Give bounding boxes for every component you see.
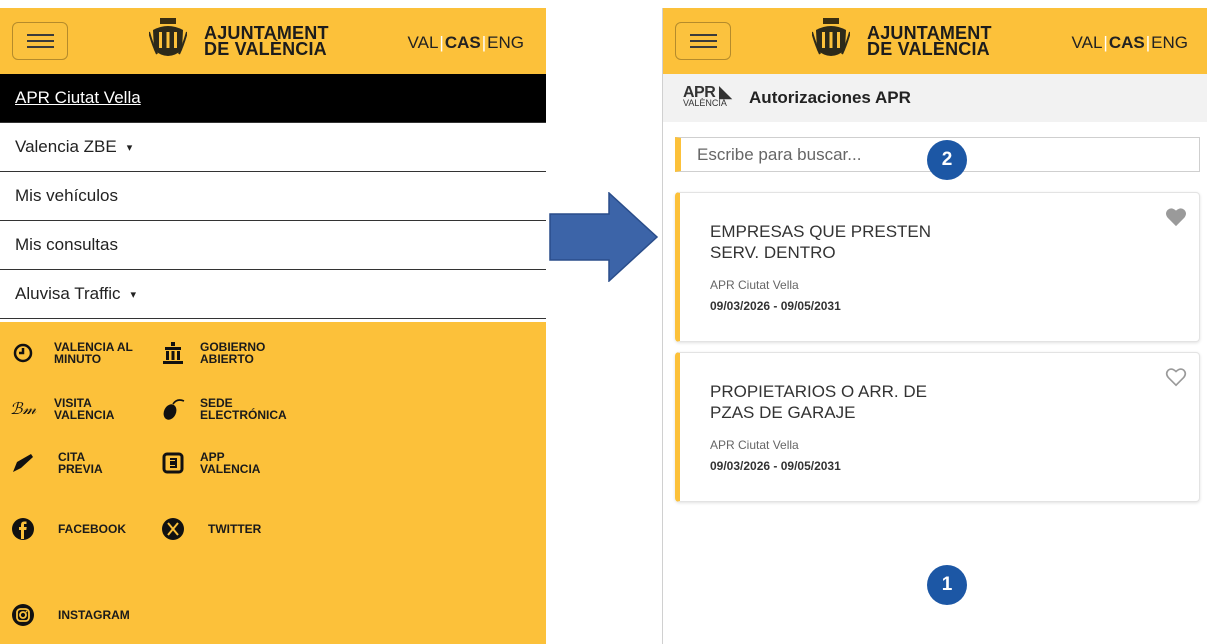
- footer-link-visita-valencia[interactable]: ℬ𝓂 VISITA VALENCIA: [9, 396, 115, 422]
- caret-down-icon: ▾: [126, 141, 133, 154]
- footer-link-sede-electronica[interactable]: SEDE ELECTRÓNICA: [160, 396, 287, 422]
- footer-link-label: VALENCIA AL MINUTO: [54, 340, 133, 366]
- hamburger-menu-button[interactable]: [675, 22, 731, 60]
- footer-link-instagram[interactable]: INSTAGRAM: [10, 602, 130, 628]
- footer-link-label: SEDE ELECTRÓNICA: [200, 396, 287, 422]
- footer-link-label: VISITA VALENCIA: [54, 396, 115, 422]
- app-header: AJUNTAMENT DE VALÈNCIA VAL|CAS|ENG: [663, 8, 1207, 74]
- lang-separator: |: [1145, 33, 1151, 52]
- search-placeholder: Escribe para buscar...: [697, 144, 862, 164]
- city-crest-icon: [812, 18, 850, 56]
- city-crest-icon: [149, 18, 187, 56]
- instagram-icon: [10, 602, 36, 628]
- lang-val-link[interactable]: VAL: [408, 33, 439, 52]
- footer-link-label: FACEBOOK: [58, 522, 127, 536]
- authorization-card[interactable]: EMPRESAS QUE PRESTEN SERV. DENTRO APR Ci…: [675, 192, 1200, 342]
- apr-logo-subtext: VALÈNCIA: [683, 98, 727, 108]
- menu-item-mis-vehiculos[interactable]: Mis vehículos: [0, 172, 546, 221]
- app-icon: [160, 450, 186, 476]
- footer-link-app-valencia[interactable]: APP VALENCIA: [160, 450, 260, 476]
- menu-item-label: Mis vehículos: [15, 186, 118, 205]
- heart-outline-icon[interactable]: [1165, 367, 1187, 387]
- brand-line-2: DE VALÈNCIA: [867, 39, 990, 59]
- facebook-icon: [10, 516, 36, 542]
- footer-link-cita-previa[interactable]: CITA PREVIA: [10, 450, 103, 476]
- menu-item-aluvisa-traffic[interactable]: Aluvisa Traffic ▾: [0, 270, 546, 319]
- menu-item-mis-consultas[interactable]: Mis consultas: [0, 221, 546, 270]
- lang-separator: |: [439, 33, 444, 52]
- footer-link-label: CITA PREVIA: [58, 450, 103, 476]
- menu-item-apr-ciutat-vella[interactable]: APR Ciutat Vella: [0, 74, 546, 123]
- card-dates: 09/03/2026 - 09/05/2031: [710, 459, 841, 473]
- menu-item-valencia-zbe[interactable]: Valencia ZBE ▾: [0, 123, 546, 172]
- footer-link-label: APP VALENCIA: [200, 450, 261, 476]
- card-dates: 09/03/2026 - 09/05/2031: [710, 299, 841, 313]
- lang-eng-link[interactable]: ENG: [487, 33, 524, 52]
- hamburger-menu-button[interactable]: [12, 22, 68, 60]
- brand-line-2: DE VALÈNCIA: [204, 39, 327, 59]
- footer-links: VALENCIA AL MINUTO GOBIERNO ABIERTO ℬ𝓂 V…: [0, 322, 546, 644]
- card-title: EMPRESAS QUE PRESTEN SERV. DENTRO: [710, 222, 932, 262]
- language-switcher: VAL|CAS|ENG: [408, 33, 524, 53]
- brand-name: AJUNTAMENT DE VALÈNCIA: [867, 24, 992, 59]
- left-phone-screen: AJUNTAMENT DE VALÈNCIA VAL|CAS|ENG APR C…: [0, 8, 546, 644]
- step-badge-2: 2: [927, 140, 967, 180]
- language-switcher: VAL|CAS|ENG: [1072, 33, 1188, 53]
- lang-separator: |: [1103, 33, 1108, 52]
- footer-link-label: GOBIERNO ABIERTO: [200, 340, 266, 366]
- lang-eng-link[interactable]: ENG: [1151, 33, 1188, 52]
- twitter-x-icon: [160, 516, 186, 542]
- app-header: AJUNTAMENT DE VALÈNCIA VAL|CAS|ENG: [0, 8, 546, 74]
- card-zone: APR Ciutat Vella: [710, 438, 799, 452]
- card-title: PROPIETARIOS O ARR. DE PZAS DE GARAJE: [710, 382, 927, 422]
- apr-section-header: APR ◣ VALÈNCIA Autorizaciones APR: [663, 74, 1207, 122]
- heart-filled-icon[interactable]: [1165, 207, 1187, 227]
- brand-name: AJUNTAMENT DE VALÈNCIA: [204, 24, 329, 59]
- menu-item-label: Aluvisa Traffic: [15, 284, 121, 303]
- apr-logo: APR ◣ VALÈNCIA: [683, 85, 732, 109]
- lang-cas-link[interactable]: CAS: [445, 33, 481, 52]
- footer-link-facebook[interactable]: FACEBOOK: [10, 516, 126, 542]
- page-title: Autorizaciones APR: [749, 88, 911, 107]
- menu-item-label: APR Ciutat Vella: [15, 88, 141, 107]
- footer-link-twitter[interactable]: TWITTER: [160, 516, 261, 542]
- lang-cas-link[interactable]: CAS: [1109, 33, 1145, 52]
- lang-val-link[interactable]: VAL: [1072, 33, 1103, 52]
- mouse-icon: [160, 396, 186, 422]
- menu-item-label: Valencia ZBE: [15, 137, 117, 156]
- footer-link-valencia-al-minuto[interactable]: VALENCIA AL MINUTO: [10, 340, 133, 366]
- footer-link-gobierno-abierto[interactable]: GOBIERNO ABIERTO: [160, 340, 265, 366]
- clock-icon: [10, 340, 36, 366]
- footer-link-label: TWITTER: [208, 522, 262, 536]
- side-menu: APR Ciutat Vella Valencia ZBE ▾ Mis vehí…: [0, 74, 546, 319]
- lang-separator: |: [481, 33, 487, 52]
- footer-link-label: INSTAGRAM: [58, 608, 130, 622]
- visit-logo-icon: ℬ𝓂: [9, 399, 37, 418]
- card-zone: APR Ciutat Vella: [710, 278, 799, 292]
- authorization-card[interactable]: PROPIETARIOS O ARR. DE PZAS DE GARAJE AP…: [675, 352, 1200, 502]
- menu-item-label: Mis consultas: [15, 235, 118, 254]
- pen-icon: [10, 450, 36, 476]
- caret-down-icon: ▾: [130, 288, 137, 301]
- right-arrow-icon: [549, 192, 659, 282]
- building-icon: [160, 340, 186, 366]
- step-badge-1: 1: [927, 565, 967, 605]
- right-phone-screen: AJUNTAMENT DE VALÈNCIA VAL|CAS|ENG APR ◣…: [662, 8, 1207, 644]
